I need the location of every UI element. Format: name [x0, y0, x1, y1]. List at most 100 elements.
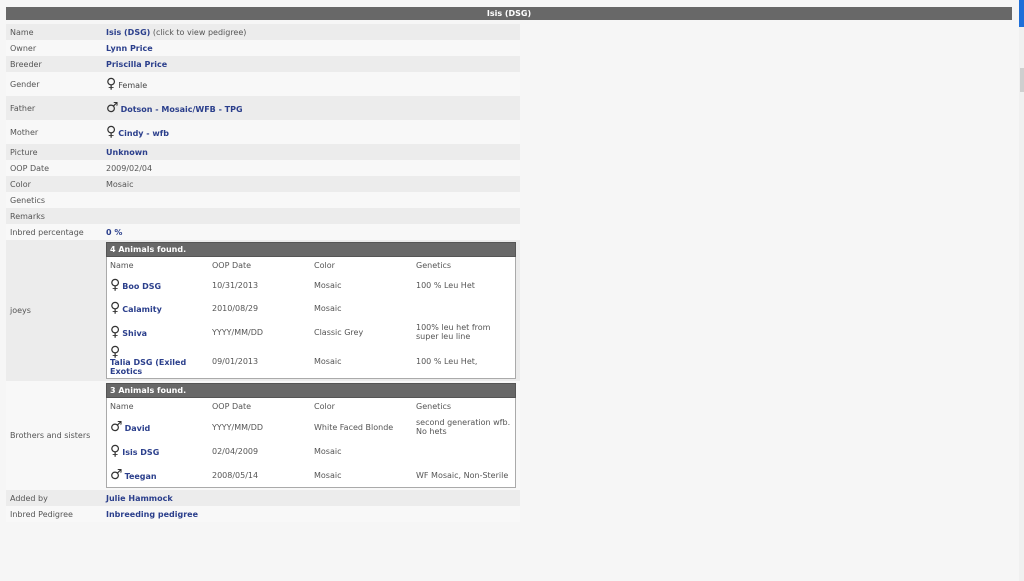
remarks-label: Remarks	[10, 211, 45, 221]
color-cell: Mosaic	[314, 356, 342, 366]
table-row: ♀ Isis DSG 02/04/2009 Mosaic	[107, 439, 515, 463]
color-cell: Classic Grey	[314, 327, 364, 337]
oop-cell: YYYY/MM/DD	[212, 327, 264, 337]
oop-cell: YYYY/MM/DD	[212, 422, 264, 432]
col-oop-header: OOP Date	[212, 402, 252, 411]
breeder-link[interactable]: Priscilla Price	[106, 60, 167, 69]
name-hint: (click to view pedigree)	[152, 27, 247, 37]
joeys-table: Name OOP Date Color Genetics ♀ Boo DSG 10…	[107, 257, 515, 378]
joeys-header-row: Name OOP Date Color Genetics	[107, 257, 515, 274]
genetics-cell: second generation wfb. No hets	[416, 418, 511, 436]
inbred-link[interactable]: 0 %	[106, 228, 122, 237]
female-icon: ♀	[110, 277, 121, 293]
animal-link[interactable]: Boo DSG	[122, 282, 161, 291]
name-link[interactable]: Isis (DSG)	[106, 28, 150, 37]
row-joeys: joeys 4 Animals found. Name OOP Date Col…	[6, 240, 520, 381]
row-remarks: Remarks	[6, 208, 520, 224]
color-cell: Mosaic	[314, 446, 342, 456]
mother-link[interactable]: Cindy - wfb	[118, 129, 169, 138]
siblings-header-row: Name OOP Date Color Genetics	[107, 398, 515, 415]
details-table: Name Isis (DSG) (click to view pedigree)…	[6, 24, 520, 522]
oop-cell: 2010/08/29	[212, 303, 259, 313]
animal-link[interactable]: David	[125, 424, 151, 433]
genetics-cell: 100 % Leu Het	[416, 280, 475, 290]
father-label: Father	[10, 103, 36, 113]
col-color-header: Color	[314, 261, 335, 270]
female-icon: ♀	[110, 443, 121, 459]
added-label: Added by	[10, 493, 48, 503]
color-cell: Mosaic	[314, 470, 342, 480]
row-name: Name Isis (DSG) (click to view pedigree)	[6, 24, 520, 40]
animal-link[interactable]: Teegan	[125, 472, 157, 481]
male-icon: ♂	[110, 467, 123, 483]
row-color: Color Mosaic	[6, 176, 520, 192]
color-value: Mosaic	[106, 179, 134, 189]
table-row: ♀ Boo DSG 10/31/2013 Mosaic 100 % Leu Het	[107, 274, 515, 296]
female-icon: ♀	[106, 124, 117, 140]
added-by-link[interactable]: Julie Hammock	[106, 494, 173, 503]
row-oop: OOP Date 2009/02/04	[6, 160, 520, 176]
color-cell: Mosaic	[314, 303, 342, 313]
row-breeder: Breeder Priscilla Price	[6, 56, 520, 72]
col-genetics-header: Genetics	[416, 261, 452, 270]
animal-link[interactable]: Calamity	[122, 305, 162, 314]
row-inbred: Inbred percentage 0 %	[6, 224, 520, 240]
table-row: ♀ Calamity 2010/08/29 Mosaic	[107, 296, 515, 320]
row-added-by: Added by Julie Hammock	[6, 490, 520, 506]
siblings-label: Brothers and sisters	[10, 431, 91, 440]
owner-link[interactable]: Lynn Price	[106, 44, 153, 53]
pedigree-link[interactable]: Inbreeding pedigree	[106, 510, 198, 519]
color-cell: Mosaic	[314, 280, 342, 290]
color-label: Color	[10, 179, 31, 189]
genetics-value	[102, 192, 520, 208]
row-gender: Gender ♀ Female	[6, 72, 520, 96]
genetics-cell	[413, 439, 515, 463]
male-icon: ♂	[106, 100, 119, 116]
female-icon: ♀	[110, 300, 121, 316]
table-row: ♀ Shiva YYYY/MM/DD Classic Grey 100% leu …	[107, 320, 515, 344]
genetics-cell: WF Mosaic, Non-Sterile	[416, 470, 509, 480]
oop-cell: 2008/05/14	[212, 470, 259, 480]
joeys-count: 4 Animals found.	[106, 242, 516, 257]
siblings-count: 3 Animals found.	[106, 383, 516, 398]
row-father: Father ♂ Dotson - Mosaic/WFB - TPG	[6, 96, 520, 120]
animal-link[interactable]: Shiva	[122, 329, 147, 338]
col-name-header: Name	[110, 261, 134, 270]
row-picture: Picture Unknown	[6, 144, 520, 160]
pedigree-label: Inbred Pedigree	[10, 509, 73, 519]
oop-label: OOP Date	[10, 163, 50, 173]
siblings-panel: 3 Animals found. Name OOP Date Color Gen…	[106, 383, 516, 488]
table-row: ♂ David YYYY/MM/DD White Faced Blonde sec…	[107, 415, 515, 439]
picture-link[interactable]: Unknown	[106, 148, 148, 157]
owner-label: Owner	[10, 43, 37, 53]
oop-value: 2009/02/04	[106, 163, 153, 173]
genetics-cell: 100% leu het from super leu line	[416, 323, 491, 341]
gender-label: Gender	[10, 79, 40, 89]
scrollbar-thumb[interactable]	[1020, 68, 1024, 92]
animal-link[interactable]: Talia DSG (Exiled Exotics	[110, 358, 186, 376]
mother-label: Mother	[10, 127, 39, 137]
female-icon: ♀	[110, 344, 121, 360]
joeys-label: joeys	[10, 306, 31, 315]
genetics-label: Genetics	[10, 195, 46, 205]
genetics-cell: 100 % Leu Het,	[416, 356, 478, 366]
remarks-value	[102, 208, 520, 224]
father-link[interactable]: Dotson - Mosaic/WFB - TPG	[121, 105, 243, 114]
page-title: Isis (DSG)	[6, 7, 1012, 20]
row-siblings: Brothers and sisters 3 Animals found. Na…	[6, 381, 520, 490]
breeder-label: Breeder	[10, 59, 42, 69]
name-label: Name	[10, 27, 34, 37]
col-name-header: Name	[110, 402, 134, 411]
animal-link[interactable]: Isis DSG	[122, 448, 159, 457]
genetics-cell	[413, 296, 515, 320]
row-mother: Mother ♀ Cindy - wfb	[6, 120, 520, 144]
oop-cell: 02/04/2009	[212, 446, 259, 456]
row-owner: Owner Lynn Price	[6, 40, 520, 56]
joeys-panel: 4 Animals found. Name OOP Date Color Gen…	[106, 242, 516, 379]
oop-cell: 09/01/2013	[212, 356, 259, 366]
col-genetics-header: Genetics	[416, 402, 452, 411]
female-icon: ♀	[110, 324, 121, 340]
gender-value: Female	[118, 81, 148, 90]
inbred-label: Inbred percentage	[10, 227, 84, 237]
row-inbred-pedigree: Inbred Pedigree Inbreeding pedigree	[6, 506, 520, 522]
